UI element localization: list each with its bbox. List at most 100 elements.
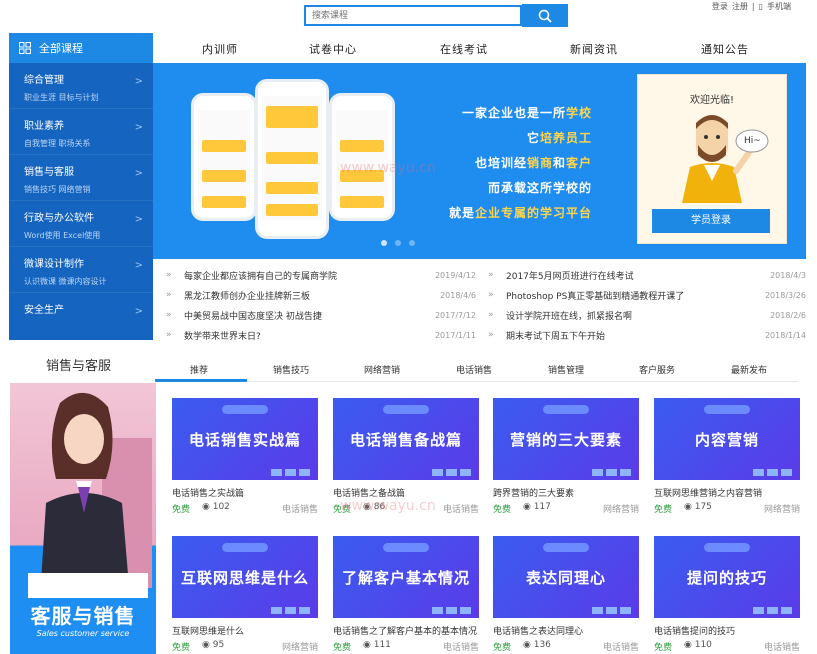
list-item[interactable]: » 2017年5月网页班进行在线考试 2018/4/3 xyxy=(488,265,806,285)
sidebar-title: 全部课程 xyxy=(39,42,83,55)
course-card[interactable]: 了解客户基本情况 电话销售之了解客户基本的基本情况 免费 ◉ 111 电话销售 xyxy=(333,536,479,654)
sidebar-item-management[interactable]: 综合管理 职业生涯 目标与计划 > xyxy=(9,63,153,109)
course-card[interactable]: 表达同理心 电话销售之表达同理心 免费 ◉ 136 电话销售 xyxy=(493,536,639,654)
tab-recommended[interactable]: 推荐 xyxy=(190,363,208,376)
slogan-line-3: 也培训经销商和客户 xyxy=(474,156,592,170)
chevron-right-icon: > xyxy=(134,76,143,87)
list-item[interactable]: » 每家企业都应该拥有自己的专属商学院 2019/4/12 xyxy=(166,265,476,285)
news-title[interactable]: 2017年5月网页班进行在线考试 xyxy=(506,269,634,282)
list-item[interactable]: » Photoshop PS真正零基础到精通教程开课了 2018/3/26 xyxy=(488,285,806,305)
carousel-dot[interactable] xyxy=(395,240,401,246)
course-name[interactable]: 跨界营销的三大要素 xyxy=(493,486,639,499)
course-category: 网络营销 xyxy=(763,505,800,515)
news-title[interactable]: 黑龙江教师创办企业挂牌新三板 xyxy=(184,289,310,302)
course-thumbnail[interactable]: 营销的三大要素 xyxy=(493,398,639,480)
view-count: ◉ 175 xyxy=(684,502,712,512)
chevron-right-icon: > xyxy=(134,260,143,271)
slogan-line-2: 它培养员工 xyxy=(526,131,592,145)
news-title[interactable]: 每家企业都应该拥有自己的专属商学院 xyxy=(184,269,337,282)
top-links: 登录 注册 | ▯ 手机端 xyxy=(712,1,791,12)
news-title[interactable]: 中美贸易战中国态度坚决 初战告捷 xyxy=(184,309,322,322)
hero-banner[interactable]: 一家企业也是一所学校 它培养员工 也培训经销商和客户 而承载这所学校的 就是企业… xyxy=(153,63,806,259)
tab-latest[interactable]: 最新发布 xyxy=(731,363,767,376)
nav-trainer[interactable]: 内训师 xyxy=(202,41,238,57)
login-link[interactable]: 登录 xyxy=(712,1,728,12)
mobile-link[interactable]: 手机端 xyxy=(767,1,791,12)
course-thumbnail[interactable]: 电话销售备战篇 xyxy=(333,398,479,480)
course-thumbnail[interactable]: 表达同理心 xyxy=(493,536,639,618)
sidebar-item-sub[interactable]: Word使用 Excel使用 xyxy=(24,230,153,241)
tab-sales-management[interactable]: 销售管理 xyxy=(548,363,584,376)
sidebar-header[interactable]: 全部课程 xyxy=(9,33,153,63)
nav-notice[interactable]: 通知公告 xyxy=(701,41,749,57)
view-count: ◉ 95 xyxy=(202,640,225,650)
sidebar-item-professionalism[interactable]: 职业素养 自我管理 职场关系 > xyxy=(9,109,153,155)
sidebar-item-sales[interactable]: 销售与客服 销售技巧 网络营销 > xyxy=(9,155,153,201)
sidebar-item-office[interactable]: 行政与办公软件 Word使用 Excel使用 > xyxy=(9,201,153,247)
student-login-button[interactable]: 学员登录 xyxy=(652,209,770,233)
sidebar-item-sub[interactable]: 销售技巧 网络营销 xyxy=(24,184,153,195)
view-count: ◉ 136 xyxy=(523,640,551,650)
course-thumbnail[interactable]: 提问的技巧 xyxy=(654,536,800,618)
watermark: www.wayu.cn xyxy=(340,498,436,514)
course-card[interactable]: 电话销售实战篇 电话销售之实战篇 免费 ◉ 102 电话销售 xyxy=(172,398,318,516)
search-icon xyxy=(538,9,552,23)
price-badge: 免费 xyxy=(493,643,512,653)
nav-online-exam[interactable]: 在线考试 xyxy=(440,41,488,57)
category-tabs: 推荐 销售技巧 网络营销 电话销售 销售管理 客户服务 最新发布 xyxy=(155,356,798,382)
eye-icon: ◉ xyxy=(363,640,374,650)
course-name[interactable]: 电话销售提问的技巧 xyxy=(654,624,800,637)
carousel-dot[interactable] xyxy=(409,240,415,246)
avatar-illustration xyxy=(682,115,769,203)
course-thumbnail[interactable]: 互联网思维是什么 xyxy=(172,536,318,618)
chevron-right-icon: > xyxy=(134,122,143,133)
course-name[interactable]: 电话销售之实战篇 xyxy=(172,486,318,499)
list-item[interactable]: » 期末考试下周五下午开始 2018/1/14 xyxy=(488,325,806,345)
sidebar-item-microcourse[interactable]: 微课设计制作 认识微课 微课内容设计 > xyxy=(9,247,153,293)
category-sidebar: 全部课程 综合管理 职业生涯 目标与计划 > 职业素养 自我管理 职场关系 > … xyxy=(9,33,153,340)
carousel-dots xyxy=(381,240,415,246)
sidebar-item-sub[interactable]: 认识微课 微课内容设计 xyxy=(24,276,153,287)
price-badge: 免费 xyxy=(172,505,191,515)
course-card[interactable]: 营销的三大要素 跨界营销的三大要素 免费 ◉ 117 网络营销 xyxy=(493,398,639,516)
carousel-dot[interactable] xyxy=(381,240,387,246)
list-item[interactable]: » 设计学院开班在线，抓紧报名啊 2018/2/6 xyxy=(488,305,806,325)
course-name[interactable]: 电话销售之了解客户基本的基本情况 xyxy=(333,624,479,637)
list-item[interactable]: » 数学带来世界末日? 2017/1/11 xyxy=(166,325,476,345)
news-title[interactable]: 期末考试下周五下午开始 xyxy=(506,329,605,342)
news-title[interactable]: 数学带来世界末日? xyxy=(184,329,261,342)
nav-news[interactable]: 新闻资讯 xyxy=(570,41,618,57)
phone-mockup-right xyxy=(329,93,395,221)
slogan-line-5: 就是企业专属的学习平台 xyxy=(448,206,592,220)
promo-subtitle: Sales customer service xyxy=(36,629,130,638)
news-title[interactable]: 设计学院开班在线，抓紧报名啊 xyxy=(506,309,632,322)
tab-customer-service[interactable]: 客户服务 xyxy=(639,363,675,376)
promo-banner[interactable]: 客服与销售 Sales customer service xyxy=(10,383,156,654)
course-card[interactable]: 互联网思维是什么 互联网思维是什么 免费 ◉ 95 网络营销 xyxy=(172,536,318,654)
tab-phone-sales[interactable]: 电话销售 xyxy=(456,363,492,376)
top-bar: 登录 注册 | ▯ 手机端 xyxy=(0,0,817,32)
course-thumbnail[interactable]: 内容营销 xyxy=(654,398,800,480)
course-thumbnail[interactable]: 了解客户基本情况 xyxy=(333,536,479,618)
sidebar-item-safety[interactable]: 安全生产 > xyxy=(9,293,153,339)
course-category: 网络营销 xyxy=(602,505,639,515)
tab-online-marketing[interactable]: 网络营销 xyxy=(364,363,400,376)
news-title[interactable]: Photoshop PS真正零基础到精通教程开课了 xyxy=(506,289,684,302)
course-thumbnail[interactable]: 电话销售实战篇 xyxy=(172,398,318,480)
course-name[interactable]: 电话销售之表达同理心 xyxy=(493,624,639,637)
course-name[interactable]: 互联网思维是什么 xyxy=(172,624,318,637)
list-item[interactable]: » 黑龙江教师创办企业挂牌新三板 2018/4/6 xyxy=(166,285,476,305)
sidebar-item-sub[interactable]: 职业生涯 目标与计划 xyxy=(24,92,153,103)
main-nav: 内训师 试卷中心 在线考试 新闻资讯 通知公告 xyxy=(153,33,806,63)
course-card[interactable]: 提问的技巧 电话销售提问的技巧 免费 ◉ 110 电话销售 xyxy=(654,536,800,654)
register-link[interactable]: 注册 xyxy=(732,1,748,12)
nav-exam-center[interactable]: 试卷中心 xyxy=(309,41,357,57)
sidebar-item-sub[interactable]: 自我管理 职场关系 xyxy=(24,138,153,149)
course-name[interactable]: 互联网思维营销之内容营销 xyxy=(654,486,800,499)
list-item[interactable]: » 中美贸易战中国态度坚决 初战告捷 2017/7/12 xyxy=(166,305,476,325)
tab-sales-skills[interactable]: 销售技巧 xyxy=(273,363,309,376)
eye-icon: ◉ xyxy=(523,640,534,650)
search-input[interactable] xyxy=(306,7,520,24)
course-card[interactable]: 内容营销 互联网思维营销之内容营销 免费 ◉ 175 网络营销 xyxy=(654,398,800,516)
search-button[interactable] xyxy=(522,4,568,27)
